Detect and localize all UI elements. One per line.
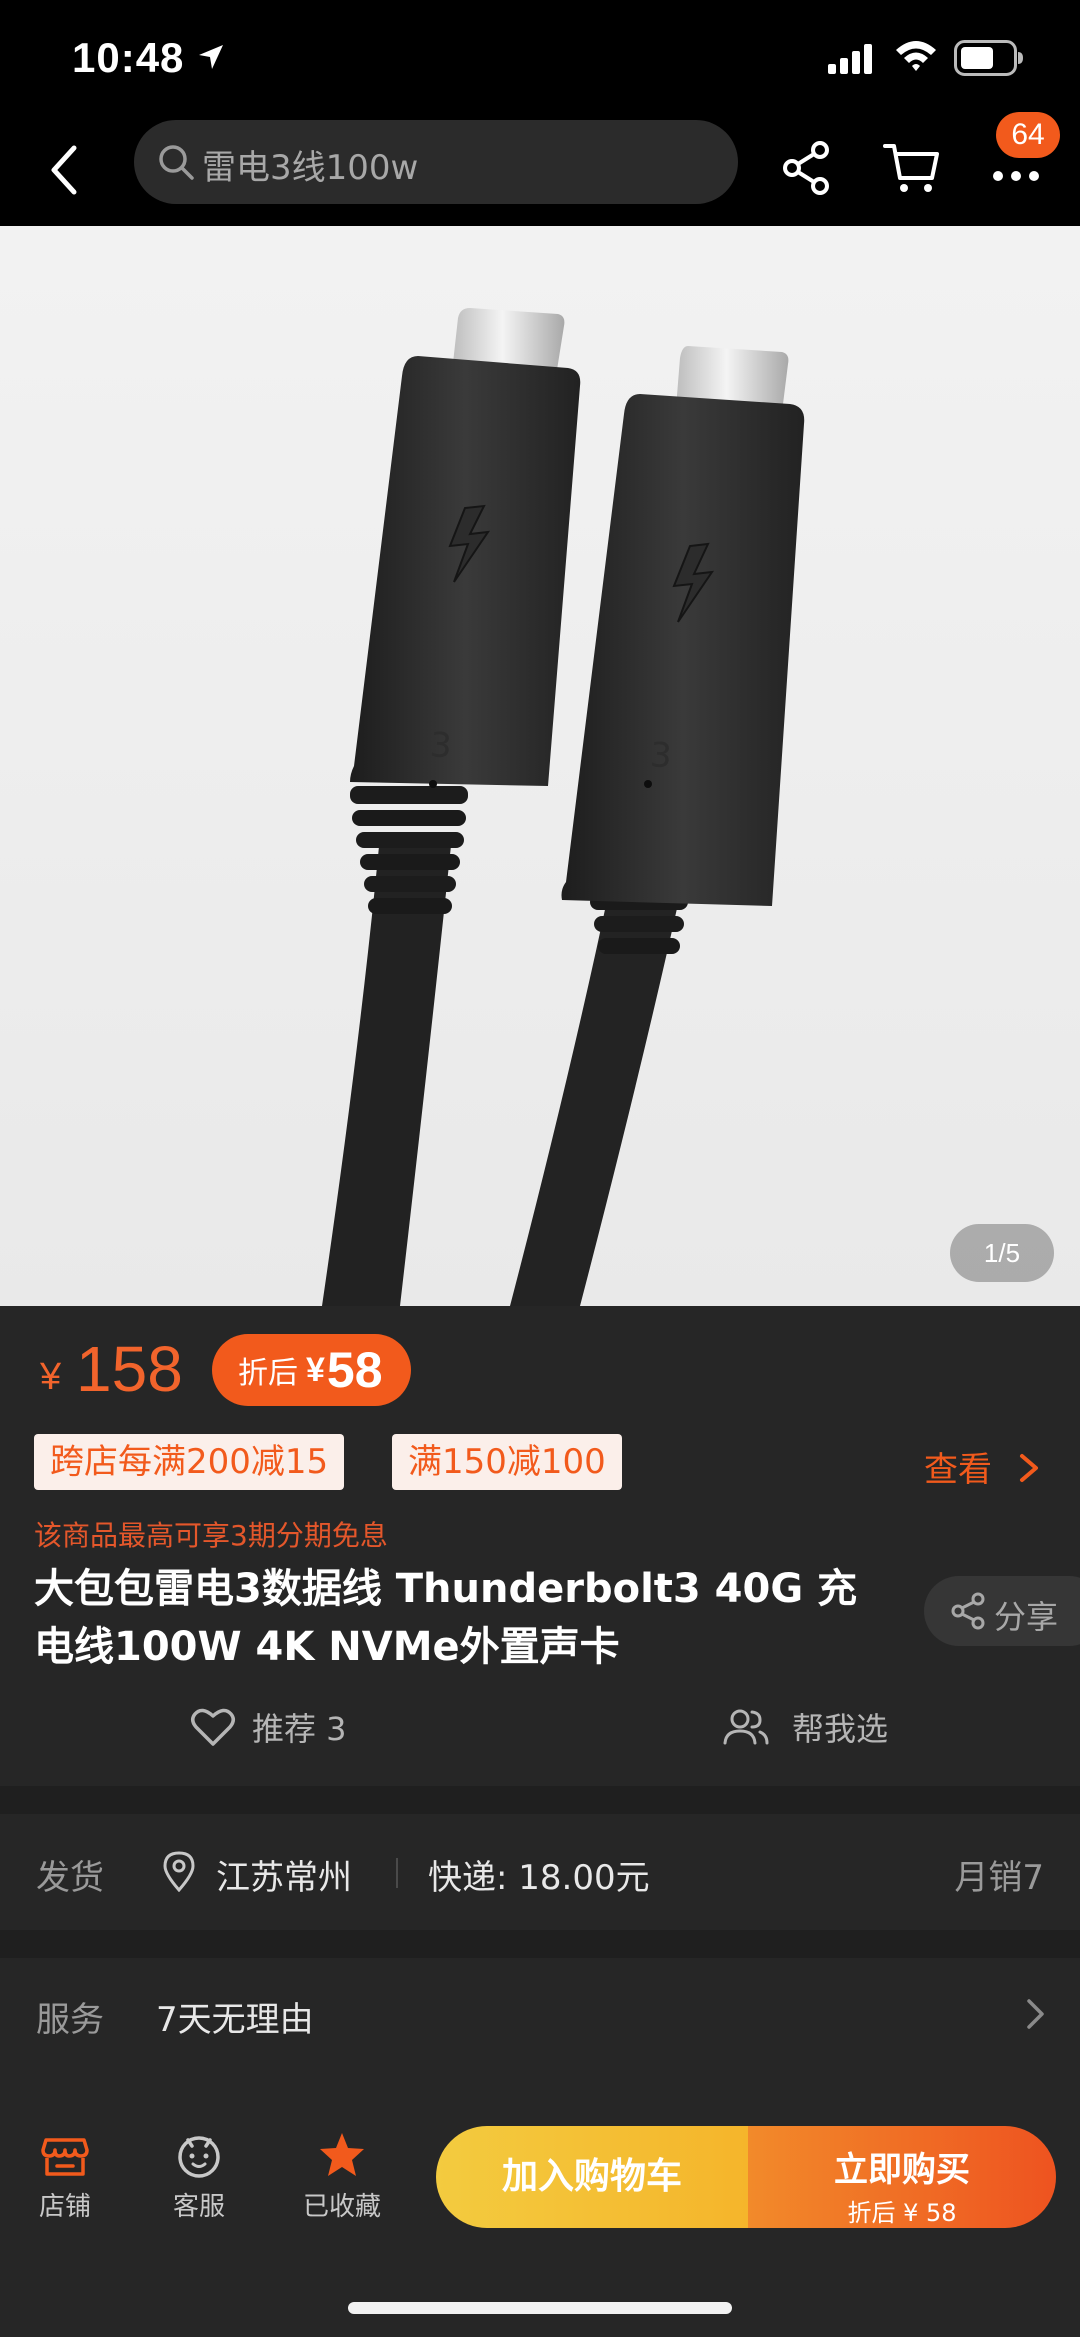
favorite-button[interactable]: 已收藏 (286, 2130, 398, 2230)
product-info-panel: ¥ 158 折后 ¥ 58 跨店每满200减15 满150减100 查看 该商品… (0, 1306, 1080, 1786)
people-icon (723, 1709, 769, 1745)
customer-service-label: 客服 (172, 2192, 225, 2222)
map-pin-icon (163, 1851, 195, 1892)
product-title: 大包包雷电3数据线 Thunderbolt3 40G 充电线100W 4K NV… (34, 1566, 858, 1670)
promo-tag-threshold[interactable]: 满150减100 (392, 1434, 622, 1490)
customer-service-button[interactable]: 客服 (144, 2130, 254, 2230)
add-to-cart-button[interactable]: 加入购物车 (436, 2126, 748, 2228)
product-image[interactable]: 3 3 (0, 226, 1080, 1306)
share-label: 分享 (994, 1598, 1059, 1636)
cart-icon[interactable] (882, 140, 940, 196)
service-value: 7天无理由 (156, 2000, 314, 2040)
discount-price-badge: 折后 ¥ 58 (212, 1334, 411, 1406)
buy-now-discount-price: 折后 ¥ 58 (847, 2199, 957, 2227)
chevron-right-icon (1027, 1999, 1044, 2029)
share-icon[interactable] (780, 140, 832, 196)
wifi-icon (896, 41, 936, 71)
monthly-sales: 月销7 (954, 1858, 1044, 1898)
back-icon[interactable] (44, 140, 84, 200)
store-icon (41, 2138, 89, 2176)
favorite-label: 已收藏 (302, 2192, 381, 2222)
image-counter: 1/5 (950, 1224, 1054, 1282)
share-icon (951, 1592, 985, 1630)
service-row[interactable]: 服务 7天无理由 (0, 1958, 1080, 2078)
discount-label: 折后 (238, 1357, 298, 1390)
recommend-label: 推荐 3 (252, 1710, 347, 1748)
top-nav-bar: 雷电3线100w 64 (0, 112, 1080, 226)
search-box[interactable]: 雷电3线100w (134, 120, 738, 204)
location-arrow-icon (199, 45, 223, 69)
delivery-label: 发货 (36, 1858, 104, 1898)
customer-service-icon (178, 2136, 220, 2178)
more-icon[interactable] (990, 154, 1042, 184)
store-label: 店铺 (38, 2192, 91, 2222)
divider (396, 1858, 398, 1888)
battery-icon (954, 40, 1023, 76)
cable-photo: 3 3 (322, 308, 805, 1306)
svg-text:3: 3 (429, 725, 453, 766)
status-bar: 10:48 (0, 0, 1080, 118)
bottom-action-bar: 店铺 客服 已收藏 加入购物车 立即购买 折后 ¥ 58 (0, 2078, 1080, 2337)
heart-icon (191, 1708, 235, 1746)
view-promotions-link[interactable]: 查看 (924, 1442, 992, 1491)
delivery-row[interactable]: 发货 江苏常州 快递: 18.00元 月销7 (0, 1814, 1080, 1930)
discount-currency: ¥ (306, 1350, 325, 1389)
ship-from-location: 江苏常州 (216, 1858, 352, 1898)
service-label: 服务 (36, 2000, 104, 2040)
home-indicator[interactable] (348, 2302, 732, 2314)
notification-badge: 64 (996, 112, 1060, 158)
price-currency: ¥ (40, 1356, 62, 1398)
promo-tag-cross-store[interactable]: 跨店每满200减15 (34, 1434, 345, 1490)
search-query: 雷电3线100w (202, 148, 419, 188)
buy-now-button[interactable]: 立即购买 折后 ¥ 58 (748, 2126, 1056, 2228)
signal-icon (828, 44, 872, 74)
recommend-button[interactable]: 推荐 3 (190, 1702, 347, 1752)
help-me-choose-button[interactable]: 帮我选 (722, 1702, 888, 1752)
share-button[interactable]: 分享 (924, 1576, 1080, 1646)
search-icon (159, 145, 194, 180)
original-price: 158 (76, 1333, 183, 1405)
chevron-right-icon[interactable] (1016, 1450, 1042, 1486)
shipping-fee: 快递: 18.00元 (428, 1858, 650, 1898)
star-icon (320, 2133, 364, 2176)
buy-now-label: 立即购买 (834, 2150, 970, 2190)
svg-text:3: 3 (649, 735, 673, 776)
discount-price: 58 (326, 1342, 383, 1398)
installment-info: 该商品最高可享3期分期免息 (34, 1519, 388, 1552)
status-time: 10:48 (72, 34, 185, 81)
help-me-choose-label: 帮我选 (792, 1710, 889, 1748)
store-button[interactable]: 店铺 (10, 2130, 120, 2230)
